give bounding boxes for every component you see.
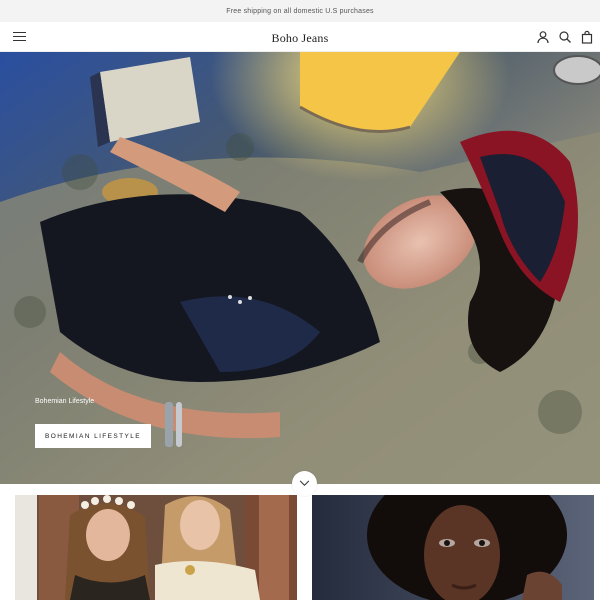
chevron-down-icon [299, 480, 310, 486]
account-icon[interactable] [536, 30, 550, 44]
collection-card-left[interactable] [15, 495, 297, 600]
announcement-text: Free shipping on all domestic U.S purcha… [226, 7, 374, 15]
hero-caption: Bohemian Lifestyle [35, 398, 95, 405]
announcement-bar: Free shipping on all domestic U.S purcha… [0, 0, 600, 22]
hero-banner[interactable]: Bohemian Lifestyle BOHEMIAN LIFESTYLE [0, 52, 600, 484]
collection-card-right[interactable] [312, 495, 594, 600]
hero-image [0, 52, 600, 484]
collection-image-left [15, 495, 297, 600]
search-icon[interactable] [558, 30, 572, 44]
site-header: Boho Jeans [0, 22, 600, 52]
cart-icon[interactable] [580, 30, 594, 44]
site-logo[interactable]: Boho Jeans [0, 31, 600, 46]
hero-cta-button[interactable]: BOHEMIAN LIFESTYLE [35, 424, 151, 448]
scroll-down-button[interactable] [292, 471, 317, 496]
collection-image-right [312, 495, 594, 600]
